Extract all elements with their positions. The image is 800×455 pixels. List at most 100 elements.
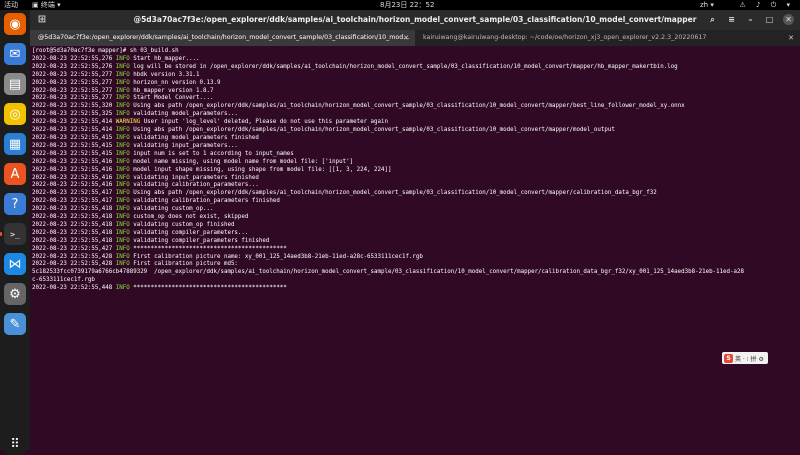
app-grid-icon[interactable]: ⠿	[4, 433, 26, 455]
terminal-line: 2022-08-23 22:52:55,448 INFO ***********…	[32, 285, 796, 293]
help-icon[interactable]: ?	[4, 193, 26, 215]
window-controls: ⌕ ≡ – □ ✕	[707, 14, 794, 25]
vscode-icon[interactable]: ⋈	[4, 253, 26, 275]
line-prefix: 2022-08-23 22:52:55,415	[32, 142, 116, 149]
terminal-line: 2022-08-23 22:52:55,415 INFO validating …	[32, 143, 796, 151]
log-message: First calibration picture name: xy_001_1…	[129, 253, 423, 260]
log-message: Using abs path /open_explorer/ddk/sample…	[129, 103, 685, 110]
line-prefix: 2022-08-23 22:52:55,418	[32, 206, 116, 213]
log-level: INFO	[115, 95, 130, 102]
log-message: log will be stored in /open_explorer/ddk…	[129, 63, 678, 70]
writer-icon[interactable]: ▦	[4, 133, 26, 155]
thunderbird-icon[interactable]: ✉	[4, 43, 26, 65]
line-prefix: 2022-08-23 22:52:55,428	[32, 261, 116, 268]
line-prefix: 2022-08-23 22:52:55,416	[32, 158, 116, 165]
log-level: INFO	[115, 261, 130, 268]
line-prefix: 2022-08-23 22:52:55,276	[32, 55, 116, 62]
window-title: @5d3a70ac7f3e:/open_explorer/ddk/samples…	[133, 15, 697, 24]
editor-icon[interactable]: ✎	[4, 313, 26, 335]
search-icon[interactable]: ⌕	[707, 14, 718, 25]
log-message: custom_op does not exist, skipped	[129, 214, 249, 221]
line-prefix: 2022-08-23 22:52:55,415	[32, 150, 116, 157]
software-icon[interactable]: A	[4, 163, 26, 185]
tab-close-icon[interactable]: ✕	[403, 30, 409, 46]
system-menu[interactable]: ⚠ ♪ ⏻ ▾	[740, 0, 794, 10]
line-prefix: 2022-08-23 22:52:55,277	[32, 71, 116, 78]
terminal-line: 2022-08-23 22:52:55,427 INFO ***********…	[32, 246, 796, 254]
tab-close-icon[interactable]: ✕	[788, 30, 794, 46]
line-prefix: 2022-08-23 22:52:55,320	[32, 103, 116, 110]
terminal-line: 2022-08-23 22:52:55,320 INFO Using abs p…	[32, 103, 796, 111]
log-message: Using abs path /open_explorer/ddk/sample…	[129, 127, 615, 134]
line-prefix: 2022-08-23 22:52:55,417	[32, 190, 116, 197]
terminal-output[interactable]: [root@5d3a70ac7f3e mapper]# sh 03_build.…	[30, 46, 800, 450]
log-message: validating compiler_parameters...	[129, 229, 249, 236]
line-prefix: 2022-08-23 22:52:55,427	[32, 245, 116, 252]
log-message: User input 'log_level' deleted, Please d…	[140, 119, 388, 126]
log-message: Start Model Convert....	[129, 95, 214, 102]
log-message: hb_mapper version 1.8.7	[129, 87, 214, 94]
rhythmbox-icon[interactable]: ◎	[4, 103, 26, 125]
maximize-button[interactable]: □	[764, 14, 775, 25]
log-level: INFO	[115, 237, 130, 244]
log-message: validating model_parameters...	[129, 111, 238, 118]
log-level: INFO	[115, 71, 130, 78]
log-message: validating calibration_parameters finish…	[129, 198, 280, 205]
terminal-line: 2022-08-23 22:52:55,277 INFO hb_mapper v…	[32, 88, 796, 96]
files-icon[interactable]: ▤	[4, 73, 26, 95]
terminal-line: 2022-08-23 22:52:55,418 INFO validating …	[32, 238, 796, 246]
line-prefix: [root@5d3a70ac7f3e mapper]# sh 03_build.…	[32, 48, 179, 54]
terminal-line: 2022-08-23 22:52:55,418 INFO validating …	[32, 230, 796, 238]
log-level: INFO	[115, 134, 130, 141]
tab-mapper[interactable]: @5d3a70ac7f3e:/open_explorer/ddk/samples…	[30, 30, 415, 46]
line-prefix: 2022-08-23 22:52:55,414	[32, 127, 116, 134]
terminal-line: 2022-08-23 22:52:55,415 INFO input num i…	[32, 151, 796, 159]
terminal-line: 2022-08-23 22:52:55,428 INFO First calib…	[32, 261, 796, 269]
tab-bar: @5d3a70ac7f3e:/open_explorer/ddk/samples…	[30, 30, 800, 46]
menu-icon[interactable]: ≡	[726, 14, 737, 25]
terminal-line: 2022-08-23 22:52:55,428 INFO First calib…	[32, 254, 796, 262]
log-level: WARNING	[115, 119, 141, 126]
terminal-line: 2022-08-23 22:52:55,276 INFO Start hb_ma…	[32, 56, 796, 64]
terminal-line: 2022-08-23 22:52:55,277 INFO hbdk versio…	[32, 72, 796, 80]
log-message: input num is set to 1 according to input…	[129, 150, 294, 157]
log-level: INFO	[115, 285, 130, 292]
log-level: INFO	[115, 63, 130, 70]
line-prefix: 2022-08-23 22:52:55,277	[32, 79, 116, 86]
line-prefix: 2022-08-23 22:52:55,418	[32, 221, 116, 228]
log-level: INFO	[115, 127, 130, 134]
terminal-line: 2022-08-23 22:52:55,277 INFO horizon_nn …	[32, 80, 796, 88]
terminal-line: 2022-08-23 22:52:55,418 INFO validating …	[32, 206, 796, 214]
log-level: INFO	[115, 174, 130, 181]
settings-icon[interactable]: ⚙	[4, 283, 26, 305]
terminal-line: 2022-08-23 22:52:55,325 INFO validating …	[32, 111, 796, 119]
terminal-line: [root@5d3a70ac7f3e mapper]# sh 03_build.…	[32, 48, 796, 56]
terminal-line: 2022-08-23 22:52:55,418 INFO custom_op d…	[32, 214, 796, 222]
ime-status[interactable]: 英 · ⁝ 拼 ⚙	[735, 354, 764, 363]
app-menu[interactable]: ▣ 终端 ▾	[32, 0, 61, 10]
log-message: validating calibration_parameters...	[129, 182, 259, 189]
log-level: INFO	[115, 206, 130, 213]
log-level: INFO	[115, 221, 130, 228]
tab-label: kairuiwang@kairuiwang-desktop: ~/code/oe…	[423, 34, 707, 41]
firefox-icon[interactable]: ◉	[4, 13, 26, 35]
system-top-bar: 活动 ▣ 终端 ▾ 8月23日 22：52 zh ▾ ⚠ ♪ ⏻ ▾	[0, 0, 800, 10]
dock: ◉ ✉ ▤ ◎ ▦ A? >_ ⋈ ⚙ ✎ ⠿	[0, 10, 30, 455]
ime-toolbar[interactable]: S 英 · ⁝ 拼 ⚙	[722, 352, 768, 364]
language-indicator[interactable]: zh ▾	[700, 0, 714, 10]
minimize-button[interactable]: –	[745, 14, 756, 25]
log-message: ****************************************…	[129, 285, 287, 292]
tab-desktop[interactable]: kairuiwang@kairuiwang-desktop: ~/code/oe…	[415, 30, 800, 46]
line-prefix: 2022-08-23 22:52:55,448	[32, 285, 116, 292]
log-message: validating custom_op finished	[129, 221, 235, 228]
close-button[interactable]: ✕	[783, 14, 794, 25]
activities-button[interactable]: 活动	[4, 0, 18, 10]
line-prefix: 2022-08-23 22:52:55,416	[32, 166, 116, 173]
log-message: validating model_parameters finished	[129, 134, 259, 141]
line-prefix: 2022-08-23 22:52:55,428	[32, 253, 116, 260]
log-level: INFO	[115, 182, 130, 189]
terminal-icon[interactable]: >_	[0, 223, 26, 245]
clock[interactable]: 8月23日 22：52	[380, 0, 434, 10]
terminal-line: 2022-08-23 22:52:55,414 WARNING User inp…	[32, 119, 796, 127]
log-level: INFO	[115, 214, 130, 221]
